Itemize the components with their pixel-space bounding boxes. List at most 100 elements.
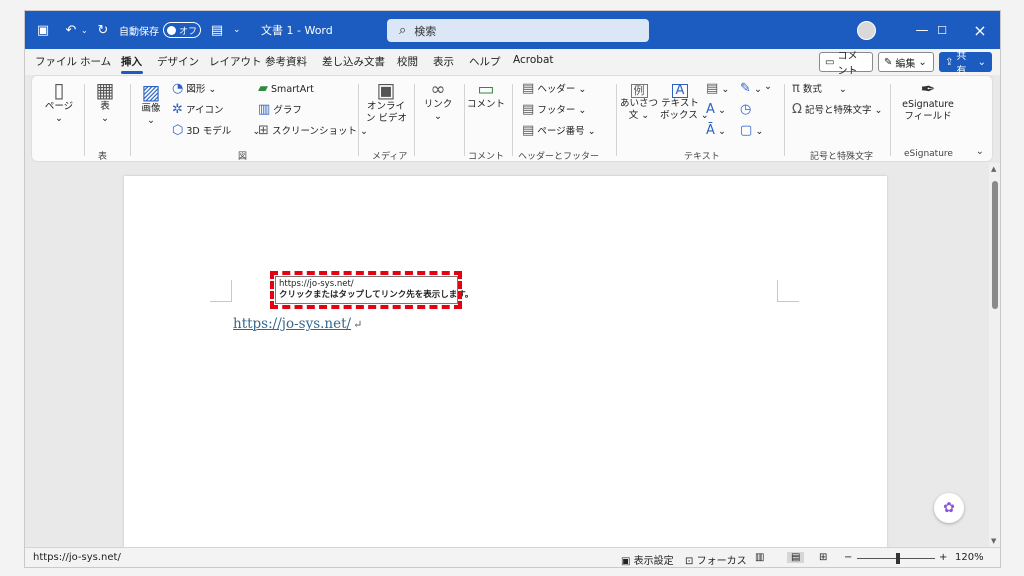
display-settings-button[interactable]: ▣ 表示設定	[621, 552, 674, 567]
redo-icon[interactable]: ↻	[91, 11, 115, 49]
tab-review[interactable]: 校閲	[397, 54, 418, 69]
hyperlink-text[interactable]: https://jo-sys.net/	[233, 316, 351, 332]
collapse-ribbon-icon[interactable]: ⌄	[976, 146, 984, 157]
maximize-icon[interactable]: ☐	[922, 11, 962, 49]
drop-cap-button[interactable]: Ā ⌄	[706, 123, 726, 138]
signature-line-button[interactable]: ✎ ⌄	[740, 81, 762, 96]
smartart-button[interactable]: ▰ SmartArt	[258, 81, 314, 96]
editing-button[interactable]: ✎ 編集 ⌄	[878, 52, 934, 72]
chevron-down-icon: ⌄	[434, 111, 442, 122]
equation-button[interactable]: π 数式 ⌄	[792, 81, 847, 96]
scrollbar-thumb[interactable]	[992, 181, 998, 309]
page-number-button[interactable]: ▤ ページ番号 ⌄	[522, 123, 596, 138]
document-title: 文書 1 - Word	[261, 24, 333, 37]
omega-icon: Ω	[792, 102, 802, 117]
scroll-up-icon[interactable]: ▲	[991, 165, 996, 173]
tab-layout[interactable]: レイアウト	[209, 54, 262, 69]
document-page[interactable]: https://jo-sys.net/↵ https://jo-sys.net/…	[124, 176, 887, 567]
customize-toolbar-icon[interactable]: ⌄	[233, 11, 241, 49]
hyperlink[interactable]: https://jo-sys.net/↵	[233, 316, 362, 332]
screenshot-button[interactable]: ⊞ スクリーンショット ⌄	[258, 123, 368, 138]
active-tab-indicator	[121, 71, 143, 74]
web-layout-icon[interactable]: ⊞	[819, 552, 827, 563]
zoom-in-icon[interactable]: +	[939, 552, 947, 563]
copilot-icon[interactable]: ✿	[934, 493, 964, 523]
chart-button[interactable]: ▥ グラフ	[258, 102, 302, 117]
link-button[interactable]: ∞ リンク ⌄	[418, 79, 458, 123]
greeting-label-2: 文	[628, 110, 639, 121]
tab-references[interactable]: 参考資料	[265, 54, 307, 69]
search-box[interactable]: ⌕ 検索	[387, 19, 649, 42]
autosave-toggle[interactable]: オフ	[163, 22, 201, 38]
object-button[interactable]: ▢ ⌄	[740, 123, 763, 138]
footer-label: フッター	[537, 105, 576, 116]
greeting-button[interactable]: 例 あいさつ 文 ⌄	[620, 84, 658, 122]
zoom-out-icon[interactable]: −	[844, 552, 852, 563]
tab-home[interactable]: ホーム	[80, 54, 111, 69]
comments-button[interactable]: ▭ コメント	[819, 51, 873, 77]
group-label-table: 表	[98, 152, 108, 162]
link-icon: ∞	[430, 79, 446, 100]
word-app-icon: ▣	[36, 22, 50, 38]
undo-dropdown-icon[interactable]: ⌄	[81, 11, 88, 49]
header-label: ヘッダー	[537, 84, 576, 95]
tab-file[interactable]: ファイル	[35, 54, 77, 69]
group-label-text: テキスト	[684, 152, 720, 162]
zoom-slider-handle[interactable]	[896, 553, 900, 564]
insert-comment-button[interactable]: ▭ コメント	[464, 81, 508, 111]
tab-design[interactable]: デザイン	[157, 54, 199, 69]
symbol-button[interactable]: Ω 記号と特殊文字 ⌄	[792, 102, 882, 117]
tab-help[interactable]: ヘルプ	[469, 54, 501, 69]
shapes-button[interactable]: ◔ 図形 ⌄	[172, 81, 216, 96]
pi-icon: π	[792, 81, 800, 96]
vertical-scrollbar[interactable]: ▲ ▼	[989, 163, 1000, 547]
tab-mailings[interactable]: 差し込み文書	[322, 54, 385, 69]
textbox-button[interactable]: A テキスト ボックス ⌄	[660, 84, 709, 122]
zoom-level[interactable]: 120%	[955, 552, 984, 563]
avatar[interactable]	[857, 21, 876, 40]
header-button[interactable]: ▤ ヘッダー ⌄	[522, 81, 586, 96]
image-button[interactable]: ▨ 画像 ⌄	[134, 82, 168, 127]
scroll-down-icon[interactable]: ▼	[991, 537, 996, 545]
tab-insert[interactable]: 挿入	[121, 54, 142, 69]
table-button[interactable]: ▦ 表 ⌄	[90, 80, 120, 125]
chevron-down-icon: ⌄	[578, 84, 587, 95]
print-layout-icon[interactable]: ▤	[787, 552, 805, 563]
read-mode-icon[interactable]: ▥	[755, 552, 764, 563]
3d-models-label: 3D モデル	[186, 126, 232, 137]
share-icon: ⇪	[945, 56, 954, 68]
wordart-button[interactable]: A ⌄	[706, 102, 726, 117]
chevron-down-icon: ⌄	[838, 84, 847, 95]
textbox-label-2: ボックス	[660, 110, 698, 121]
smartart-icon: ▰	[258, 81, 268, 96]
esignature-fields-button[interactable]: ✒ eSignature フィールド	[898, 79, 958, 123]
close-icon[interactable]: ×	[960, 11, 1000, 49]
save-icon[interactable]: ▤	[205, 11, 229, 49]
group-separator	[616, 84, 617, 156]
smartart-label: SmartArt	[271, 84, 314, 95]
icons-button[interactable]: ✲ アイコン	[172, 102, 223, 117]
online-video-button[interactable]: ▣ オンライ ン ビデオ	[366, 80, 408, 125]
text-more-dropdown[interactable]: ⌄	[764, 81, 772, 92]
quick-parts-button[interactable]: ▤ ⌄	[706, 81, 729, 96]
online-video-label-2: ン ビデオ	[366, 113, 408, 124]
chart-label: グラフ	[273, 105, 302, 116]
focus-button[interactable]: ⊡ フォーカス	[685, 552, 747, 567]
undo-icon[interactable]: ↶	[59, 11, 83, 49]
chevron-down-icon: ⌄	[717, 126, 726, 137]
table-label: 表	[100, 101, 110, 112]
chevron-down-icon: ⌄	[874, 105, 883, 116]
esignature-icon: ✒	[920, 79, 936, 100]
display-settings-label: 表示設定	[633, 556, 674, 567]
tab-view[interactable]: 表示	[433, 54, 454, 69]
date-time-button[interactable]: ◷	[740, 102, 751, 117]
menu-tabs: ファイル ホーム 挿入 デザイン レイアウト 参考資料 差し込み文書 校閲 表示…	[25, 49, 1000, 77]
group-separator	[784, 84, 785, 156]
page-label: ページ	[44, 101, 74, 112]
footer-button[interactable]: ▤ フッター ⌄	[522, 102, 586, 117]
share-button[interactable]: ⇪ 共有 ⌄	[939, 51, 992, 77]
signature-line-icon: ✎	[740, 81, 751, 96]
tab-acrobat[interactable]: Acrobat	[513, 54, 554, 66]
page-button[interactable]: ▯ ページ ⌄	[42, 80, 76, 125]
3d-models-button[interactable]: ⬡ 3D モデル ⌄	[172, 123, 260, 138]
